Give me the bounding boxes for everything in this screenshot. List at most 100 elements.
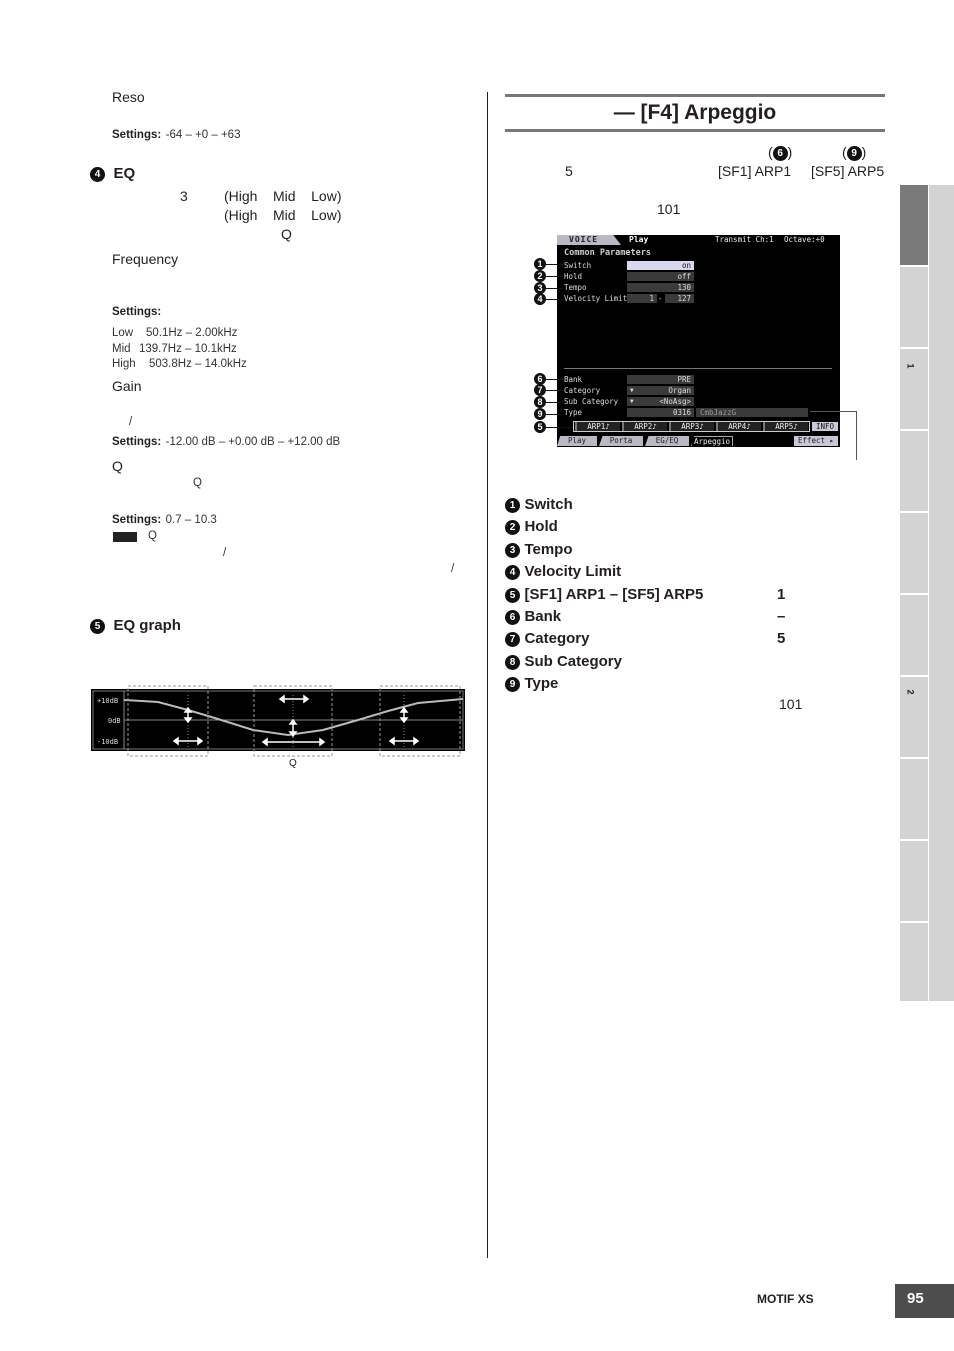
octave: Octave:+0 [784,235,825,244]
side-tab[interactable] [900,759,928,839]
intro-ref-9: (9) [842,144,867,161]
item-extra: 1 – 5 [777,585,786,648]
settings-label: Settings: [112,514,162,526]
column-divider [487,92,488,1258]
freq-range-high: High 503.8Hz – 14.0kHz [112,358,247,370]
arp-tab-3[interactable]: ARP3♪ [669,422,714,431]
item-label: Sub Category [524,652,622,670]
arp-tab-4[interactable]: ARP4♪ [716,422,761,431]
q-settings: Settings: 0.7 – 10.3 [112,510,217,528]
eq-heading: 4 EQ [90,165,135,183]
settings-value: -64 – +0 – +63 [165,129,241,141]
callout-line [546,288,564,289]
number-badge-icon: 5 [90,619,105,634]
gain-settings: Settings: -12.00 dB – +0.00 dB – +12.00 … [112,432,340,450]
side-tab-label: 1 [905,363,916,369]
settings-value: -12.00 dB – +0.00 dB – +12.00 dB [165,436,341,448]
list-item: 6 Bank [505,606,703,628]
callout-line [546,427,573,428]
param-subcategory-value[interactable]: <NoAsg> [627,397,694,406]
number-badge-icon: 4 [90,167,105,182]
tab-arpeggio[interactable]: Arpeggio [691,436,733,446]
number-badge-icon: 9 [505,677,520,693]
number-badge-icon: 4 [505,565,520,581]
param-hold-value[interactable]: off [627,272,694,281]
dropdown-arrow-icon: ▼ [630,398,634,405]
eq-desc-bands-1: (High Mid Low) [224,188,342,204]
side-tab[interactable] [900,841,928,921]
item-label: [SF1] ARP1 – [SF5] ARP5 [524,585,704,603]
eq-desc-num: 3 [180,188,188,204]
side-tab-label: 2 [905,689,916,695]
item-label: Velocity Limit [524,563,622,581]
eq-desc-bands-2: (High Mid Low) [224,207,342,223]
side-tab[interactable] [900,513,928,593]
pointer-line [810,411,857,412]
param-bank-value[interactable]: PRE [627,375,694,384]
param-switch-value[interactable]: on [627,261,694,270]
list-item: 3 Tempo [505,539,703,561]
settings-label: Settings: [112,436,162,448]
info-button[interactable]: INFO [812,422,838,431]
number-badge-icon: 8 [505,654,520,670]
list-item: 2 Hold [505,516,703,538]
param-type-number[interactable]: 0316 [627,408,694,417]
arp-tab-2[interactable]: ARP2♪ [622,422,667,431]
callout-line [546,264,564,265]
arp-tab-1[interactable]: ARP1♪ [575,422,620,431]
item-label: Hold [524,518,558,536]
param-velocity-dash: - [658,294,663,303]
list-item: 8 Sub Category [505,651,703,673]
param-velocity-high[interactable]: 127 [665,294,694,303]
side-tab[interactable] [900,267,928,347]
param-tempo-value[interactable]: 130 [627,283,694,292]
param-hold-label: Hold [564,272,583,281]
side-tab-active[interactable] [900,185,928,265]
voice-tab: VOICE [557,235,621,245]
transmit-channel: Transmit Ch:1 [715,235,774,244]
side-tab[interactable] [900,923,928,1001]
tab-play[interactable]: Play [557,436,597,446]
side-tab[interactable] [900,431,928,511]
list-item: 7 Category [505,628,703,650]
gain-slash: / [129,416,133,428]
intro-sf1: [SF1] ARP1 [718,163,792,179]
callout-8: 8 [534,396,546,408]
section-title: Common Parameters [564,248,651,258]
param-type-name: CmbJazzG [696,408,808,417]
title-rule-bottom [505,129,885,132]
mode-label: Play [629,235,649,244]
callout-line [546,402,564,403]
q-label: Q [112,458,123,474]
number-badge-icon: 6 [505,610,520,626]
param-category-value[interactable]: Organ [627,386,694,395]
arp-tab-5[interactable]: ARP5♪ [763,422,808,431]
param-switch-label: Switch [564,261,592,270]
param-velocity-label: Velocity Limit [564,294,628,303]
eq-label-bottom: -10dB [97,738,118,746]
note-slash-2: / [451,563,455,575]
eq-label-mid: 0dB [108,717,121,725]
param-type-label: Type [564,408,583,417]
callout-5: 5 [534,421,546,433]
reso-label: Reso [112,89,145,105]
intro-num: 5 [565,163,573,179]
eq-label-top: +10dB [97,697,118,705]
param-velocity-low[interactable]: 1 [627,294,657,303]
tab-porta[interactable]: Porta [599,436,643,446]
callout-line [546,390,564,391]
tab-eg-eq[interactable]: EG/EQ [645,436,689,446]
list-item: 4 Velocity Limit [505,561,703,583]
lcd-screen: VOICE Play Transmit Ch:1 Octave:+0 Commo… [557,235,840,447]
callout-4: 4 [534,293,546,305]
side-tab[interactable] [900,595,928,675]
side-strip [929,185,954,1001]
freq-settings-label: Settings: [112,306,162,318]
callout-line [546,379,564,380]
effect-button[interactable]: Effect ▸ [794,436,838,446]
side-tab-1[interactable]: 1 [900,349,928,429]
pointer-line [856,411,857,460]
side-tab-2[interactable]: 2 [900,677,928,757]
dropdown-arrow-icon: ▼ [630,387,634,394]
param-tempo-label: Tempo [564,283,587,292]
